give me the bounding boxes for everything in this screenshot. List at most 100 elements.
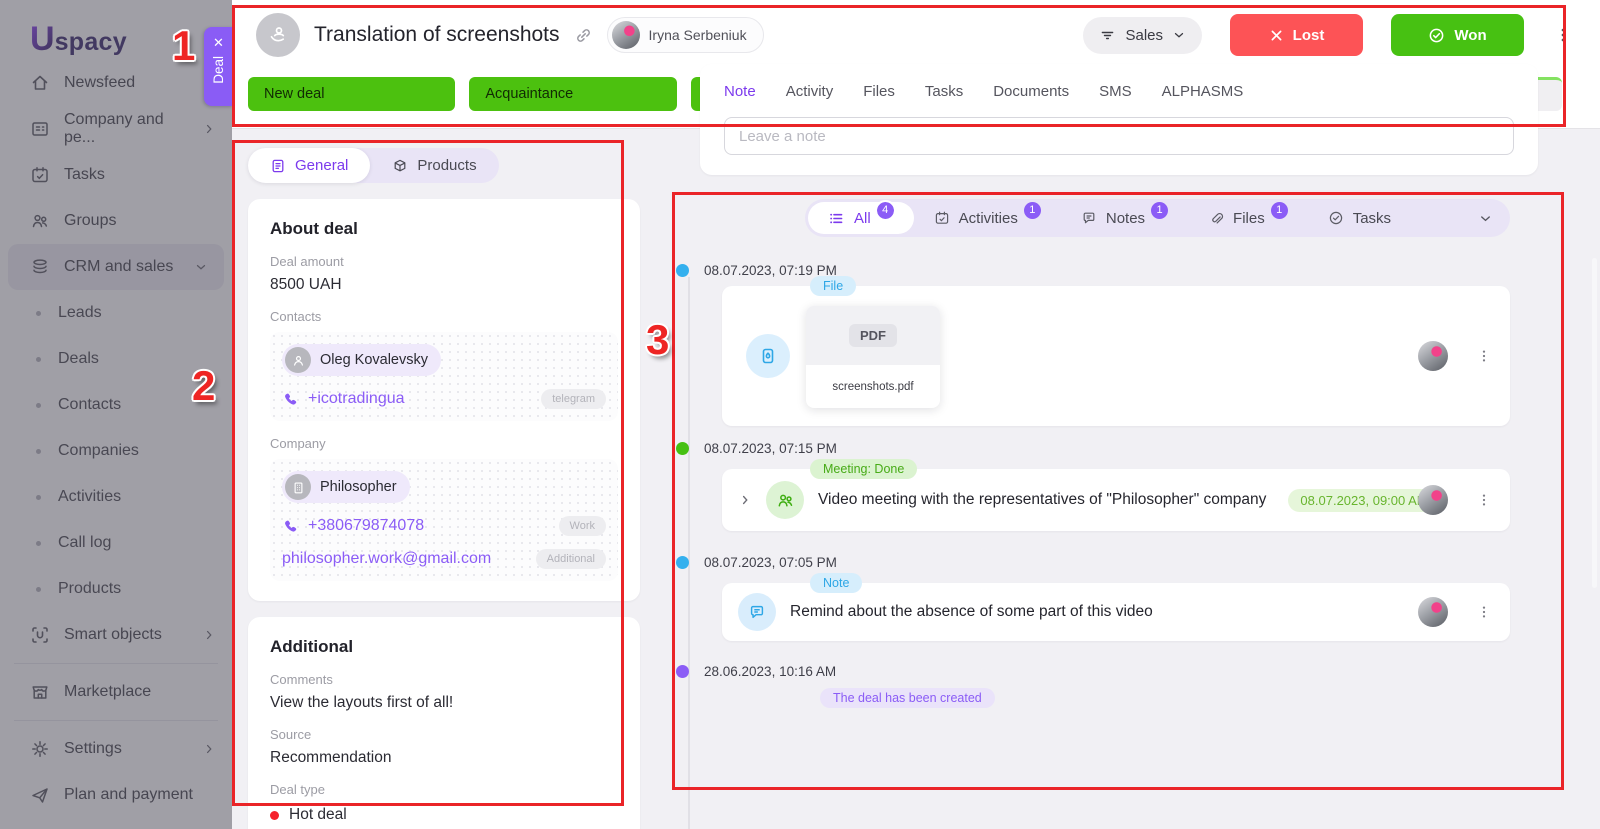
- filter-notes[interactable]: Notes 1: [1061, 201, 1188, 234]
- phone-type-tag: Work: [558, 516, 606, 536]
- deal-type-value: Hot deal: [270, 806, 618, 824]
- lost-label: Lost: [1292, 26, 1325, 44]
- funnel-select[interactable]: Sales: [1083, 16, 1202, 54]
- meeting-title[interactable]: Video meeting with the representatives o…: [818, 491, 1266, 509]
- filter-activities[interactable]: Activities 1: [914, 201, 1061, 234]
- building-icon: [285, 474, 311, 500]
- kebab-menu-icon[interactable]: [1472, 488, 1496, 512]
- timeline-dot: [676, 442, 689, 455]
- comments-value: View the layouts first of all!: [270, 694, 454, 711]
- file-name: screenshots.pdf: [832, 380, 914, 393]
- phone-icon: [282, 518, 299, 535]
- deal-info-panel: General Products About deal Deal amount …: [248, 148, 640, 829]
- hot-deal-dot-icon: [270, 810, 279, 820]
- contact-phone: +icotradingua: [308, 390, 405, 407]
- kebab-menu-icon[interactable]: [1472, 344, 1496, 368]
- company-email-link[interactable]: philosopher.work@gmail.com: [282, 550, 491, 568]
- count-badge: 1: [1270, 201, 1288, 219]
- tab-alphasms[interactable]: ALPHASMS: [1162, 83, 1244, 100]
- timeline-dot: [676, 665, 689, 678]
- tab-note[interactable]: Note: [724, 83, 756, 100]
- check-circle-icon: [1328, 210, 1344, 226]
- field-label: Source: [270, 727, 312, 742]
- type-badge: Note: [810, 573, 863, 593]
- funnel-name: Sales: [1125, 26, 1163, 44]
- kebab-menu-icon[interactable]: [1472, 600, 1496, 624]
- composer-tabs: Note Activity Files Tasks Documents SMS …: [724, 83, 1514, 100]
- note-input[interactable]: [724, 117, 1514, 155]
- field-label: Contacts: [270, 309, 322, 324]
- avatar: [1418, 341, 1448, 371]
- stage-acquaintance[interactable]: Acquaintance: [469, 77, 677, 111]
- link-icon[interactable]: [574, 26, 593, 45]
- owner-name: Iryna Serbeniuk: [648, 27, 747, 43]
- field-label: Company: [270, 436, 326, 451]
- type-badge: File: [810, 276, 857, 296]
- deal-amount-value: 8500 UAH: [270, 276, 342, 293]
- card-title: About deal: [270, 219, 358, 238]
- message-icon: [1081, 210, 1097, 226]
- deal-owner[interactable]: Iryna Serbeniuk: [606, 17, 764, 53]
- tab-activity[interactable]: Activity: [786, 83, 834, 100]
- timeline-dot: [676, 556, 689, 569]
- tab-files[interactable]: Files: [863, 83, 895, 100]
- stage-new-deal[interactable]: New deal: [248, 77, 456, 111]
- person-icon: [285, 347, 311, 373]
- tab-label: Products: [417, 157, 477, 174]
- filter-tasks[interactable]: Tasks: [1308, 202, 1411, 234]
- timeline-card-file: File PDF screenshots.pdf: [722, 276, 1510, 426]
- filter-all[interactable]: All 4: [808, 199, 914, 234]
- calendar-icon: [934, 210, 950, 226]
- file-icon: [746, 334, 790, 378]
- contact-phone-link[interactable]: +icotradingua: [282, 390, 405, 408]
- composer-card: Note Activity Files Tasks Documents SMS …: [700, 64, 1538, 175]
- card-title: Additional: [270, 637, 354, 656]
- file-attachment[interactable]: PDF screenshots.pdf: [806, 306, 940, 408]
- sidebar-scrollbar[interactable]: [1592, 258, 1597, 588]
- contact-name: Oleg Kovalevsky: [320, 352, 428, 368]
- source-value: Recommendation: [270, 749, 392, 766]
- won-button[interactable]: Won: [1391, 14, 1524, 56]
- count-badge: 4: [874, 199, 896, 221]
- timeline-dot: [676, 264, 689, 277]
- file-preview: PDF: [806, 306, 940, 365]
- note-text[interactable]: Remind about the absence of some part of…: [790, 603, 1153, 621]
- lost-button[interactable]: Lost: [1230, 14, 1363, 56]
- contact-chip[interactable]: Oleg Kovalevsky: [282, 344, 441, 376]
- close-icon[interactable]: ✕: [213, 36, 224, 49]
- tab-products[interactable]: Products: [370, 148, 498, 183]
- deal-slideover-tab[interactable]: ✕ Deal: [204, 27, 233, 106]
- check-circle-icon: [1428, 27, 1445, 44]
- count-badge: 1: [1151, 201, 1169, 219]
- box-icon: [392, 158, 408, 174]
- deal-avatar: [256, 13, 300, 57]
- timeline: 08.07.2023, 07:19 PM File PDF screenshot…: [672, 263, 1582, 829]
- timeline-date: 08.07.2023, 07:05 PM: [704, 555, 837, 570]
- meeting-datetime-badge: 08.07.2023, 09:00 AM: [1288, 488, 1440, 512]
- document-icon: [270, 158, 286, 174]
- tab-sms[interactable]: SMS: [1099, 83, 1132, 100]
- timeline-date: 08.07.2023, 07:15 PM: [704, 441, 837, 456]
- filter-files[interactable]: Files 1: [1188, 201, 1308, 234]
- filter-label: Files: [1233, 209, 1265, 227]
- company-chip[interactable]: Philosopher: [282, 471, 410, 503]
- company-phone-link[interactable]: +380679874078: [282, 517, 424, 535]
- tab-tasks[interactable]: Tasks: [925, 83, 963, 100]
- chevron-down-icon[interactable]: [1478, 211, 1493, 226]
- x-icon: [1269, 28, 1284, 43]
- phone-icon: [282, 391, 299, 408]
- tab-general[interactable]: General: [248, 148, 371, 183]
- kebab-menu-icon[interactable]: [1550, 22, 1576, 48]
- filter-label: Tasks: [1352, 209, 1392, 227]
- avatar: [1418, 485, 1448, 515]
- field-label: Deal amount: [270, 254, 344, 269]
- paperclip-icon: [1208, 210, 1224, 226]
- deal-type-label: Hot deal: [289, 806, 347, 823]
- expand-chevron-icon[interactable]: [738, 493, 752, 507]
- timeline-date: 28.06.2023, 10:16 AM: [704, 664, 837, 679]
- contact-box: Oleg Kovalevsky +icotradingua telegram: [270, 332, 618, 421]
- type-badge: Meeting: Done: [810, 459, 918, 479]
- email-type-tag: Additional: [535, 549, 606, 569]
- filter-label: Activities: [958, 209, 1018, 227]
- tab-documents[interactable]: Documents: [993, 83, 1069, 100]
